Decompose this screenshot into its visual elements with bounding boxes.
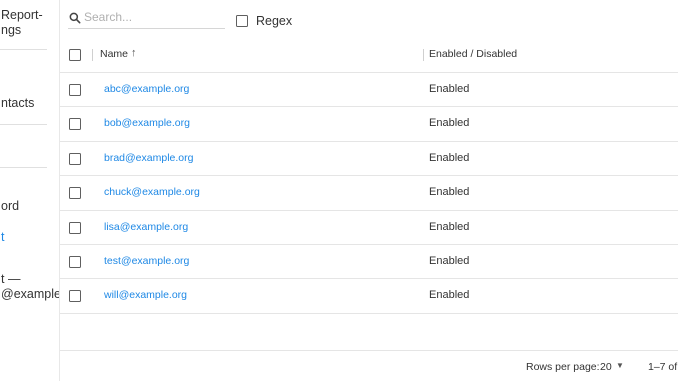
row-checkbox[interactable] bbox=[69, 290, 81, 303]
sidebar-item-report-settings-label-line2[interactable]: ngs bbox=[1, 23, 21, 37]
rows-per-page-label: Rows per page: bbox=[526, 361, 600, 373]
email-link[interactable]: test@example.org bbox=[104, 255, 189, 267]
email-link[interactable]: abc@example.org bbox=[104, 83, 189, 95]
sidebar: Report- ngs ntacts ord t t — @example.o bbox=[0, 0, 60, 381]
table-row[interactable]: lisa@example.org Enabled bbox=[60, 211, 678, 245]
status-cell: Enabled bbox=[429, 289, 470, 302]
status-cell: Enabled bbox=[429, 151, 470, 164]
table-header: Name ↑ Enabled / Disabled bbox=[60, 36, 678, 73]
status-cell: Enabled bbox=[429, 220, 470, 233]
table-row[interactable]: will@example.org Enabled bbox=[60, 279, 678, 314]
row-checkbox[interactable] bbox=[69, 118, 81, 131]
status-cell: Enabled bbox=[429, 117, 470, 130]
table-row[interactable]: chuck@example.org Enabled bbox=[60, 176, 678, 211]
row-checkbox[interactable] bbox=[69, 84, 81, 96]
sidebar-item-record-label[interactable]: ord bbox=[1, 199, 19, 213]
search-field[interactable] bbox=[68, 9, 225, 29]
status-cell: Enabled bbox=[429, 83, 470, 95]
caret-down-icon[interactable]: ▼ bbox=[616, 361, 624, 370]
table-row[interactable]: test@example.org Enabled bbox=[60, 245, 678, 280]
status-cell: Enabled bbox=[429, 186, 470, 199]
email-link[interactable]: chuck@example.org bbox=[104, 186, 200, 198]
sidebar-divider bbox=[0, 49, 47, 50]
row-checkbox[interactable] bbox=[69, 152, 81, 165]
status-cell: Enabled bbox=[429, 255, 470, 267]
email-link[interactable]: brad@example.org bbox=[104, 152, 193, 164]
sidebar-item-report-settings-label-line1[interactable]: Report- bbox=[1, 8, 43, 22]
email-link[interactable]: will@example.org bbox=[104, 289, 187, 301]
row-checkbox[interactable] bbox=[69, 221, 81, 234]
sidebar-divider bbox=[0, 167, 47, 168]
table-row[interactable]: abc@example.org Enabled bbox=[60, 73, 678, 108]
email-link[interactable]: lisa@example.org bbox=[104, 221, 188, 233]
column-header-enabled[interactable]: Enabled / Disabled bbox=[429, 48, 517, 60]
rows-per-page-select[interactable]: 20 bbox=[600, 361, 612, 373]
column-header-name[interactable]: Name bbox=[100, 48, 128, 60]
main-panel: Regex Name ↑ Enabled / Disabled abc@exam… bbox=[60, 0, 678, 381]
column-separator bbox=[423, 49, 424, 61]
search-icon bbox=[69, 12, 81, 24]
select-all-checkbox[interactable] bbox=[69, 49, 81, 61]
pagination-range: 1–7 of bbox=[648, 361, 678, 373]
search-input[interactable] bbox=[84, 10, 224, 24]
table-row[interactable]: bob@example.org Enabled bbox=[60, 107, 678, 142]
pagination-footer: Rows per page: 20 ▼ 1–7 of bbox=[60, 350, 678, 381]
email-link[interactable]: bob@example.org bbox=[104, 117, 190, 129]
regex-checkbox[interactable] bbox=[236, 15, 248, 27]
arrow-up-icon[interactable]: ↑ bbox=[131, 47, 137, 59]
column-separator bbox=[92, 49, 93, 61]
row-checkbox[interactable] bbox=[69, 256, 81, 268]
sidebar-item-account-label-line1: t — bbox=[1, 272, 21, 286]
table-row[interactable]: brad@example.org Enabled bbox=[60, 142, 678, 177]
sidebar-divider bbox=[0, 124, 47, 125]
regex-label: Regex bbox=[256, 14, 293, 28]
table-toolbar: Regex bbox=[60, 0, 678, 36]
sidebar-item-account-label-line2: @example.o bbox=[1, 287, 59, 301]
row-checkbox[interactable] bbox=[69, 187, 81, 200]
sidebar-link[interactable]: t bbox=[1, 230, 4, 244]
sidebar-item-contacts-label[interactable]: ntacts bbox=[1, 96, 34, 110]
